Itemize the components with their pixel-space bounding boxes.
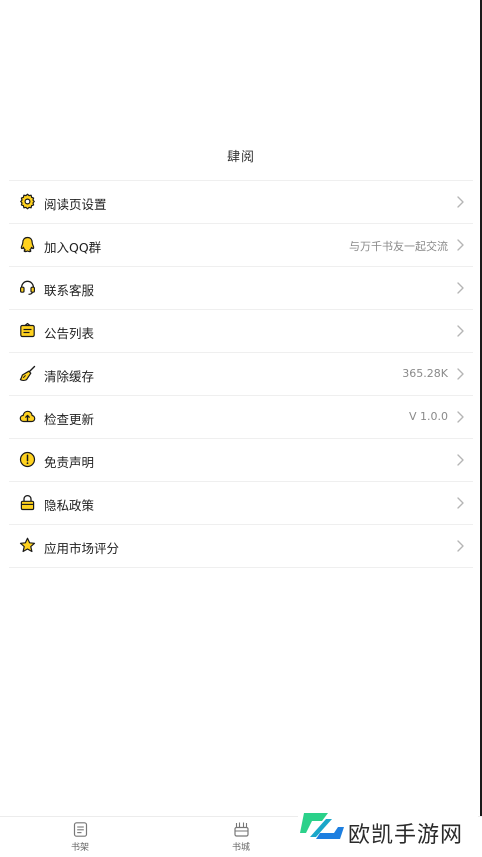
chevron-right-icon <box>457 325 464 337</box>
menu-item-label: 隐私政策 <box>44 498 95 513</box>
menu-item-announcements[interactable]: 公告列表 <box>9 310 473 353</box>
menu-item-clear-cache[interactable]: 清除缓存 365.28K <box>9 353 473 396</box>
menu-item-check-update[interactable]: 检查更新 V 1.0.0 <box>9 396 473 439</box>
headset-icon <box>19 279 36 296</box>
menu-item-contact-support[interactable]: 联系客服 <box>9 267 473 310</box>
chevron-right-icon <box>457 282 464 294</box>
qq-icon <box>19 236 36 253</box>
menu-item-label: 应用市场评分 <box>44 541 120 556</box>
gear-icon <box>19 193 36 210</box>
lock-icon <box>19 494 36 511</box>
menu-item-rate-app[interactable]: 应用市场评分 <box>9 525 473 568</box>
menu-item-privacy-policy[interactable]: 隐私政策 <box>9 482 473 525</box>
tab-label: 书城 <box>231 843 250 853</box>
chevron-right-icon <box>457 454 464 466</box>
version-value: V 1.0.0 <box>408 410 448 423</box>
bookshelf-icon <box>73 822 87 837</box>
menu-item-label: 免责声明 <box>44 455 95 470</box>
notice-icon <box>19 322 36 339</box>
menu-item-join-qq-group[interactable]: 加入QQ群 与万千书友一起交流 <box>9 224 473 267</box>
cloud-upload-icon <box>19 408 36 425</box>
watermark-text: 欧凯手游网 <box>348 823 464 848</box>
star-icon <box>19 537 36 554</box>
menu-item-label: 清除缓存 <box>44 369 95 384</box>
chevron-right-icon <box>457 411 464 423</box>
chevron-right-icon <box>457 196 464 208</box>
chevron-right-icon <box>457 540 464 552</box>
menu-item-label: 加入QQ群 <box>44 240 102 255</box>
chevron-right-icon <box>457 368 464 380</box>
settings-menu: 阅读页设置 加入QQ群 与万千书友一起交流 联系客服 公告列表 清除缓存 365… <box>9 180 473 568</box>
menu-item-disclaimer[interactable]: 免责声明 <box>9 439 473 482</box>
page-title: 肆阅 <box>226 150 255 165</box>
tab-bookstore[interactable]: 书城 <box>211 821 271 853</box>
chevron-right-icon <box>457 239 464 251</box>
menu-item-label: 检查更新 <box>44 412 95 427</box>
tab-label: 书架 <box>70 843 89 853</box>
watermark-logo-icon <box>300 813 344 839</box>
menu-item-label: 公告列表 <box>44 326 95 341</box>
cache-size-value: 365.28K <box>402 367 448 380</box>
menu-item-reading-settings[interactable]: 阅读页设置 <box>9 181 473 224</box>
broom-icon <box>19 365 36 382</box>
menu-item-label: 联系客服 <box>44 283 95 298</box>
watermark: 欧凯手游网 <box>298 807 478 853</box>
bookstore-icon <box>233 822 249 837</box>
menu-item-value: 与万千书友一起交流 <box>349 240 448 253</box>
menu-item-label: 阅读页设置 <box>44 197 107 212</box>
warning-icon <box>19 451 36 468</box>
chevron-right-icon <box>457 497 464 509</box>
tab-bookshelf[interactable]: 书架 <box>50 821 110 853</box>
